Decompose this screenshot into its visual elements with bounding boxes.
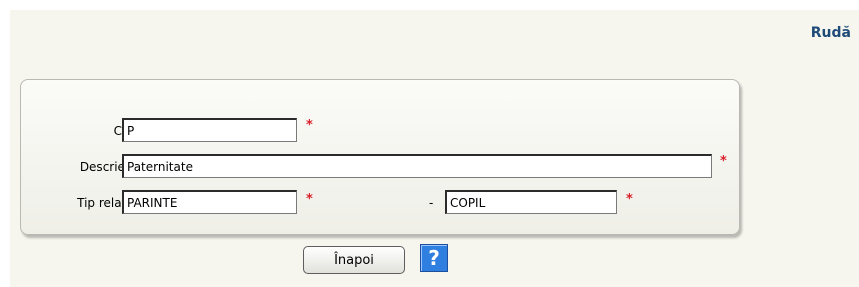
cod-required-marker: * <box>306 118 313 133</box>
descriere-required-marker: * <box>720 154 727 169</box>
back-button-label: Înapoi <box>334 252 374 268</box>
help-glyph: ? <box>428 246 440 270</box>
page-title: Rudă <box>810 25 851 41</box>
help-question-icon[interactable]: ? <box>420 244 448 272</box>
back-button[interactable]: Înapoi <box>303 246 405 274</box>
tip-relatie-separator: - <box>429 196 434 210</box>
tip-relatie-to-field[interactable] <box>445 190 617 214</box>
cod-label: Cod <box>27 124 137 138</box>
tip-relatie-to-required-marker: * <box>626 192 633 207</box>
tip-relatie-from-required-marker: * <box>306 192 313 207</box>
cod-field[interactable] <box>122 118 297 142</box>
form-panel: Cod * Descriere * Tip relaţie * - * <box>20 79 740 235</box>
descriere-field[interactable] <box>122 154 712 178</box>
tip-relatie-label: Tip relaţie <box>77 196 137 210</box>
descriere-label: Descriere <box>79 160 137 174</box>
tip-relatie-from-field[interactable] <box>122 190 297 214</box>
